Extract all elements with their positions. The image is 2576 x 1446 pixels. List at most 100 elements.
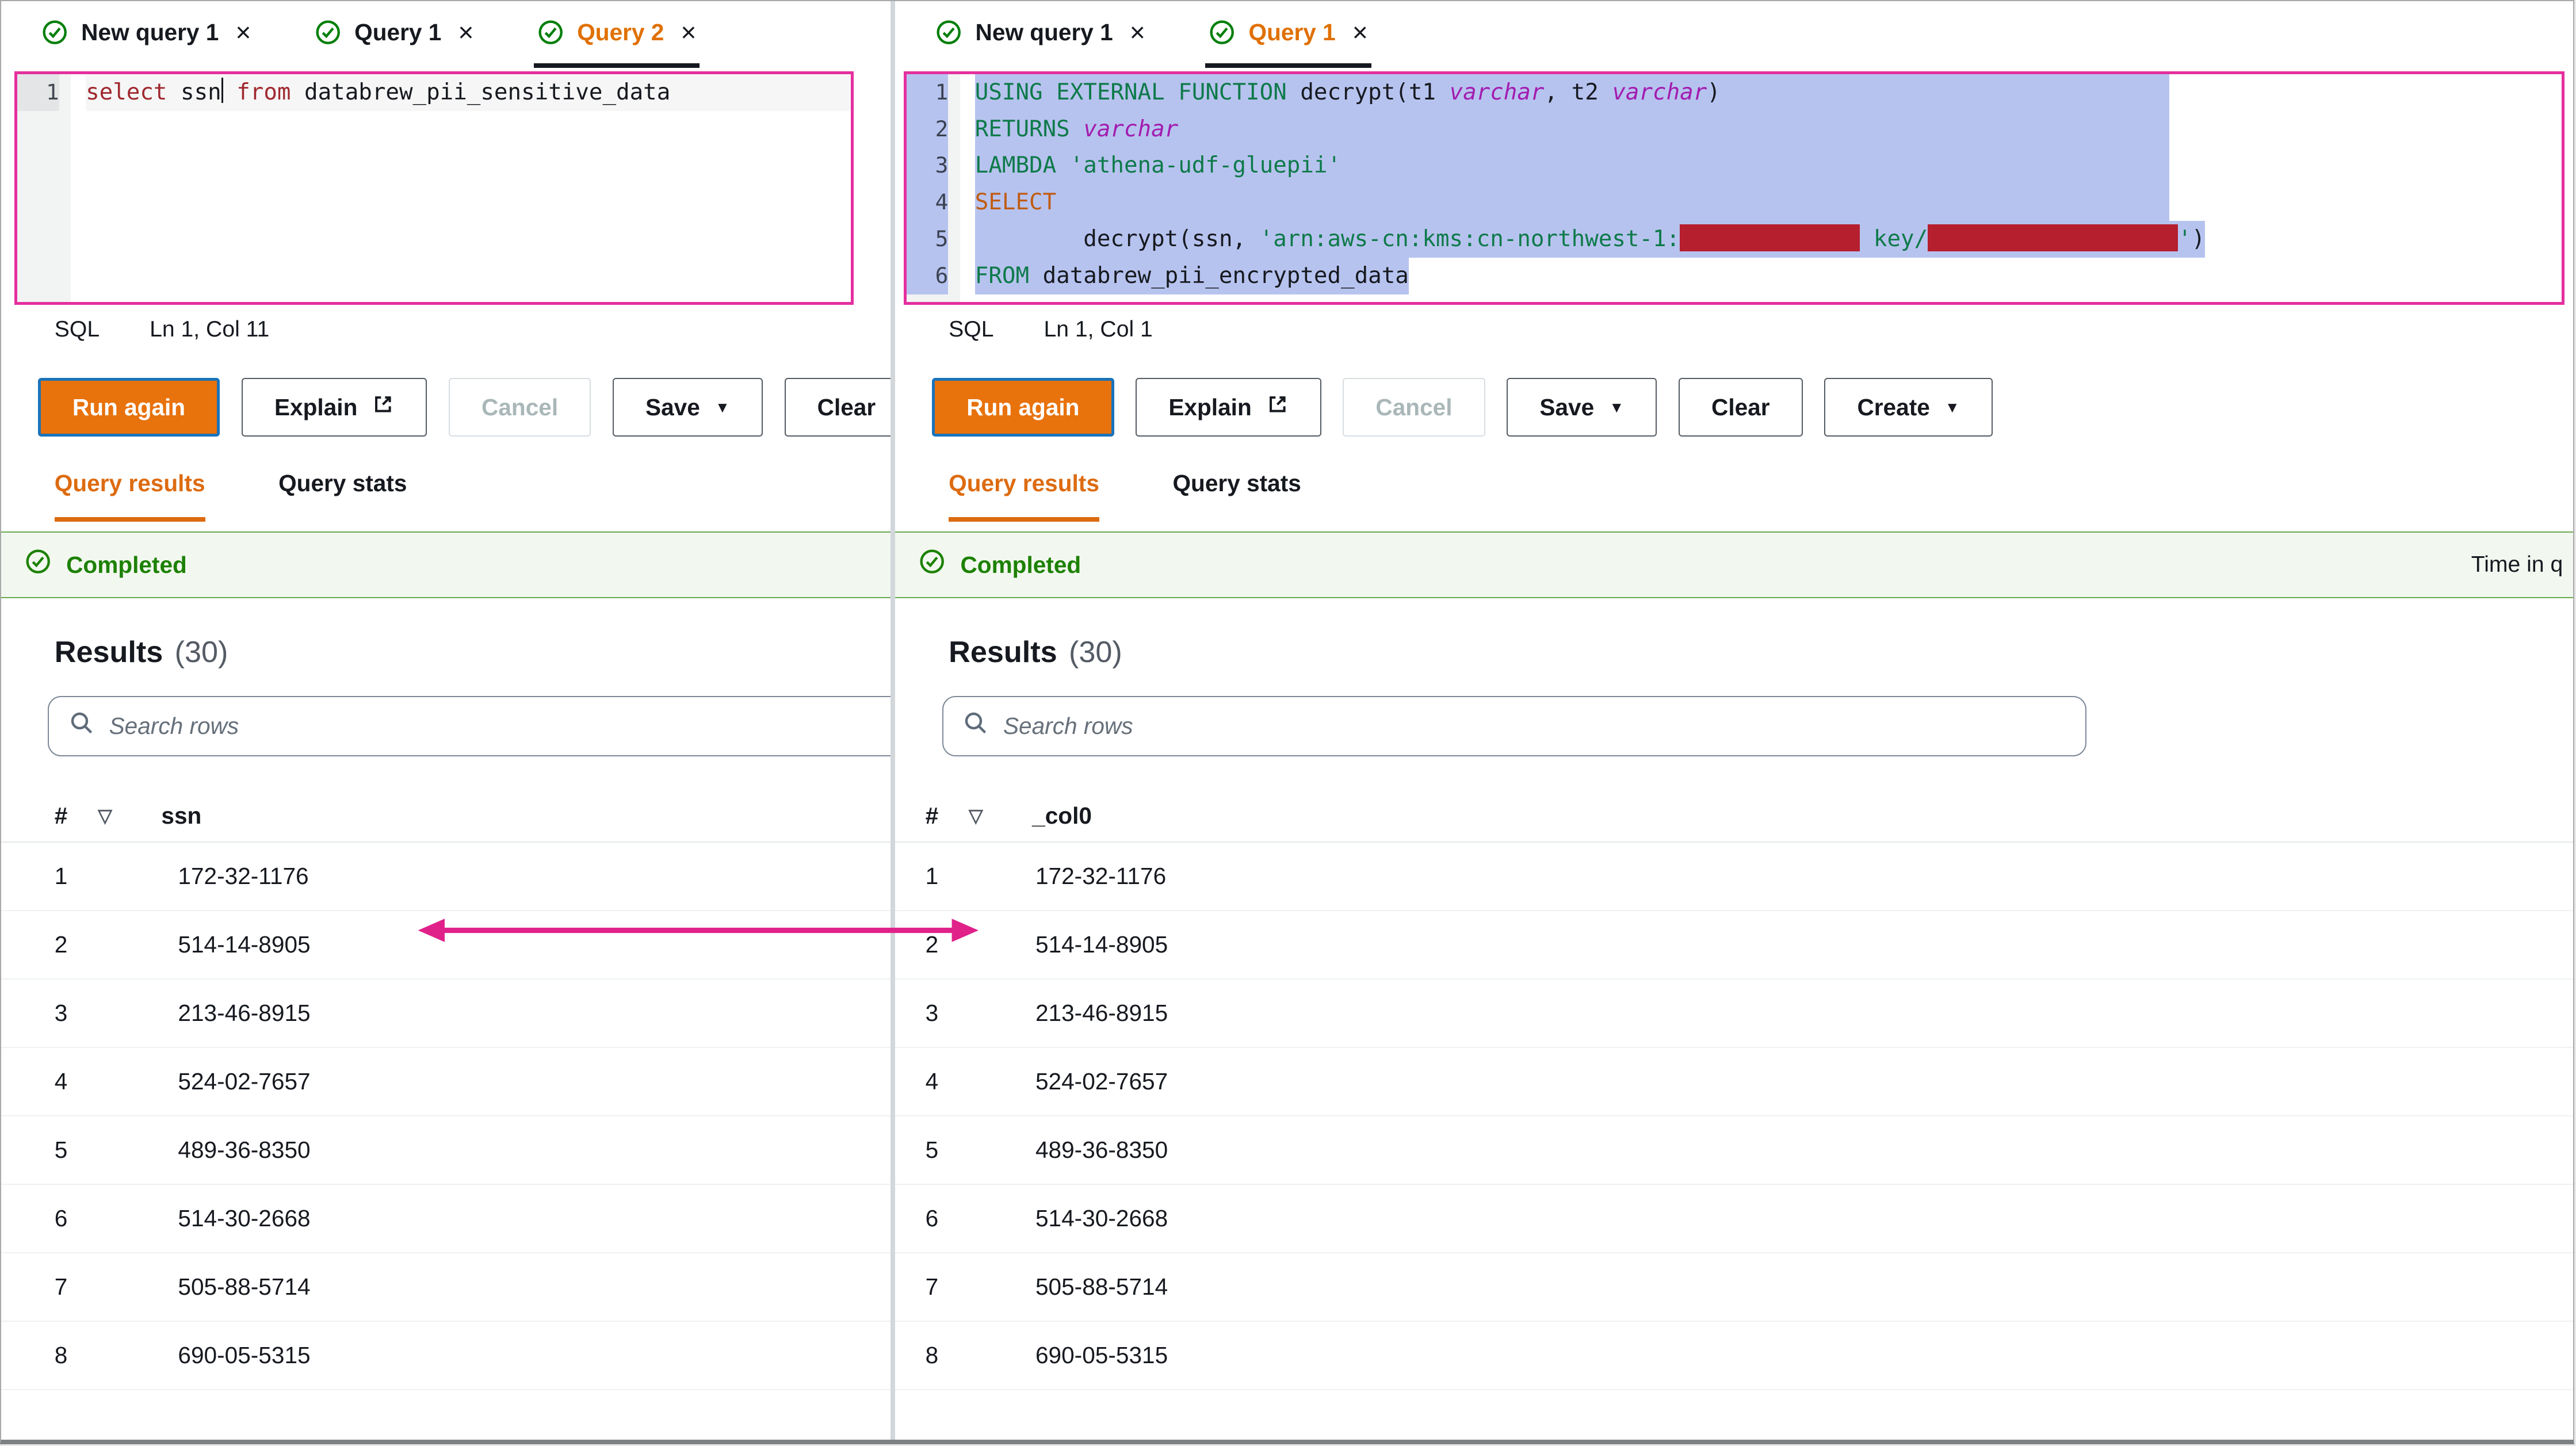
- sql-editor-annotated-box: 1 select ssn from databrew_pii_sensitive…: [14, 71, 854, 305]
- row-index: 6: [926, 1205, 1035, 1232]
- row-index: 8: [926, 1342, 1035, 1369]
- search-icon: [69, 710, 94, 742]
- run-again-button[interactable]: Run again: [932, 378, 1114, 437]
- table-row: 7505-88-5714: [895, 1253, 2573, 1322]
- tab-query-results[interactable]: Query results: [949, 470, 1099, 522]
- chevron-down-icon: ▼: [715, 400, 730, 415]
- close-icon[interactable]: ×: [681, 19, 696, 45]
- external-link-icon: [1267, 393, 1289, 421]
- left-editor-tabbar: New query 1 × Query 1 × Query 2 ×: [1, 1, 890, 68]
- row-index: 3: [926, 1000, 1035, 1027]
- table-row: 8690-05-5315: [895, 1322, 2573, 1390]
- tab-label: Query 1: [354, 19, 441, 46]
- create-button[interactable]: Create ▼: [1824, 378, 1992, 437]
- row-index: 4: [926, 1068, 1035, 1095]
- results-count: (30): [1069, 635, 1122, 670]
- tab-query-1[interactable]: Query 1 ×: [311, 1, 477, 68]
- row-value: 505-88-5714: [1035, 1273, 1168, 1300]
- language-label: SQL: [55, 317, 100, 342]
- status-badge: Completed: [66, 552, 187, 579]
- redaction-block: [1928, 224, 2178, 251]
- results-tabbar: Query results Query stats: [895, 470, 2573, 522]
- results-count: (30): [175, 635, 228, 670]
- row-index: 6: [55, 1205, 178, 1232]
- row-value: 524-02-7657: [178, 1068, 310, 1095]
- table-row: 3213-46-8915: [895, 980, 2573, 1048]
- sql-editor[interactable]: select ssn from databrew_pii_sensitive_d…: [71, 74, 851, 302]
- tab-new-query-1[interactable]: New query 1 ×: [38, 1, 254, 68]
- sort-icon[interactable]: ▽: [969, 805, 1032, 827]
- clear-button[interactable]: Clear: [785, 378, 890, 437]
- editor-gutter: 1: [17, 74, 71, 302]
- row-value: 690-05-5315: [178, 1342, 310, 1369]
- run-again-button[interactable]: Run again: [38, 378, 220, 437]
- table-row: 1172-32-1176: [895, 843, 2573, 911]
- tab-query-stats[interactable]: Query stats: [278, 470, 407, 522]
- check-circle-icon: [935, 19, 962, 45]
- cancel-button[interactable]: Cancel: [449, 378, 591, 437]
- search-rows-input[interactable]: [1003, 713, 2065, 740]
- tab-label: Query 1: [1249, 19, 1336, 46]
- row-value: 213-46-8915: [1035, 1000, 1168, 1027]
- table-row: 1172-32-1176: [1, 843, 890, 911]
- right-editor-tabbar: New query 1 × Query 1 ×: [895, 1, 2573, 68]
- results-table: # ▽ ssn 1172-32-1176 2514-14-8905 3213-4…: [1, 790, 890, 1390]
- sort-icon[interactable]: ▽: [98, 805, 161, 827]
- close-icon[interactable]: ×: [458, 19, 473, 45]
- action-buttons: Run again Explain Cancel Save ▼ Clear: [1, 378, 890, 437]
- row-value: 514-14-8905: [178, 931, 310, 958]
- explain-button[interactable]: Explain: [1136, 378, 1321, 437]
- cancel-button[interactable]: Cancel: [1343, 378, 1485, 437]
- search-icon: [963, 710, 988, 742]
- row-value: 213-46-8915: [178, 1000, 310, 1027]
- row-value: 514-30-2668: [178, 1205, 310, 1232]
- tab-label: New query 1: [976, 19, 1113, 46]
- results-heading: Results (30): [895, 635, 2573, 670]
- column-header-index: #: [55, 802, 98, 829]
- close-icon[interactable]: ×: [1352, 19, 1368, 45]
- query-status-banner: Completed: [1, 531, 890, 598]
- panel-divider: [890, 1, 896, 1440]
- search-rows-input[interactable]: [109, 713, 890, 740]
- row-value: 514-30-2668: [1035, 1205, 1168, 1232]
- row-index: 2: [55, 931, 178, 958]
- row-index: 1: [926, 863, 1035, 890]
- tab-new-query-1[interactable]: New query 1 ×: [932, 1, 1148, 68]
- chevron-down-icon: ▼: [1945, 400, 1960, 415]
- tab-query-2[interactable]: Query 2 ×: [534, 1, 700, 68]
- editor-gutter: 1 2 3 4 5 6 7: [907, 74, 960, 302]
- search-rows-box: [942, 696, 2086, 756]
- save-button[interactable]: Save ▼: [1507, 378, 1657, 437]
- row-value: 690-05-5315: [1035, 1342, 1168, 1369]
- save-button[interactable]: Save ▼: [613, 378, 763, 437]
- cursor-position: Ln 1, Col 1: [1044, 317, 1153, 342]
- line-number: 2: [907, 111, 949, 148]
- tab-query-stats[interactable]: Query stats: [1172, 470, 1301, 522]
- row-value: 524-02-7657: [1035, 1068, 1168, 1095]
- column-header-value[interactable]: _col0: [1032, 802, 1092, 829]
- row-index: 4: [55, 1068, 178, 1095]
- code-line: select ssn from databrew_pii_sensitive_d…: [86, 74, 851, 111]
- row-index: 7: [926, 1273, 1035, 1300]
- column-header-value[interactable]: ssn: [161, 802, 201, 829]
- close-icon[interactable]: ×: [235, 19, 251, 45]
- check-circle-icon: [919, 548, 945, 581]
- table-row: 2514-14-8905: [1, 911, 890, 980]
- line-number: 7: [907, 294, 949, 305]
- check-circle-icon: [1209, 19, 1235, 45]
- table-row: 7505-88-5714: [1, 1253, 890, 1322]
- line-number: 3: [907, 147, 949, 184]
- check-circle-icon: [25, 548, 51, 581]
- close-icon[interactable]: ×: [1130, 19, 1145, 45]
- tab-query-results[interactable]: Query results: [55, 470, 205, 522]
- results-heading: Results (30): [1, 635, 890, 670]
- tab-query-1[interactable]: Query 1 ×: [1205, 1, 1371, 68]
- line-number: 1: [907, 74, 949, 111]
- sql-editor[interactable]: USING EXTERNAL FUNCTION decrypt(t1 varch…: [960, 74, 2562, 302]
- explain-button[interactable]: Explain: [242, 378, 427, 437]
- cursor-position: Ln 1, Col 11: [150, 317, 269, 342]
- clear-button[interactable]: Clear: [1679, 378, 1803, 437]
- row-index: 5: [926, 1137, 1035, 1164]
- external-link-icon: [372, 393, 394, 421]
- table-row: 5489-36-8350: [1, 1116, 890, 1185]
